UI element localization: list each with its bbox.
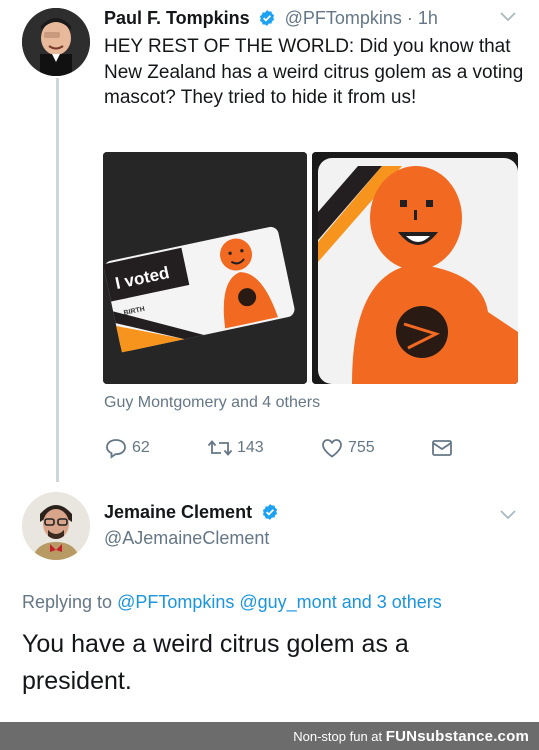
tweet-photo-1[interactable]: I voted BIRTH [103,152,307,384]
tweet-text: You have a weird citrus golem as a presi… [22,630,409,695]
author-handle[interactable]: @PFTompkins · 1h [285,8,438,28]
avatar-jemaine-clement[interactable] [22,492,90,560]
replying-prefix: Replying to [22,592,113,612]
verified-badge-icon [262,504,277,520]
reply-count: 62 [132,439,150,456]
media-credit[interactable]: Guy Montgomery and 4 others [104,394,320,412]
chevron-down-icon[interactable] [500,12,516,22]
replying-to-links[interactable]: @PFTompkins @guy_mont and 3 others [117,592,442,612]
watermark-text: Non-stop fun at FUNsubstance.com [293,728,529,745]
direct-message-button[interactable] [430,436,458,460]
golem-closeup-photo [312,152,518,384]
tweet-actions: 62 143 755 [104,436,464,462]
verified-badge-icon [260,10,275,26]
heart-icon [322,439,342,458]
sticker-photo: I voted BIRTH [103,152,307,384]
like-button[interactable]: 755 [320,436,375,460]
tweet-photo-2[interactable] [312,152,518,384]
retweet-icon [207,440,233,456]
envelope-icon [432,440,452,456]
tweet2-header: Jemaine Clement [104,502,283,523]
tweet-text: HEY REST OF THE WORLD: Did you know that… [104,36,524,108]
watermark-brand[interactable]: FUNsubstance.com [386,728,529,745]
chevron-down-icon[interactable] [500,510,516,520]
replying-to: Replying to @PFTompkins @guy_mont and 3 … [22,592,442,613]
reply-icon [106,439,126,459]
retweet-count: 143 [237,439,264,456]
like-count: 755 [348,439,375,456]
avatar-paul-tompkins[interactable] [22,8,90,76]
avatar-image [22,8,90,76]
tweet-header: Paul F. Tompkins @PFTompkins · 1h [104,8,438,29]
tweet-paul-tompkins: Paul F. Tompkins @PFTompkins · 1h HEY RE… [0,0,539,482]
watermark-prefix: Non-stop fun at [293,729,383,744]
author-name[interactable]: Paul F. Tompkins [104,8,250,28]
author-handle[interactable]: @AJemaineClement [104,528,269,549]
reply-button[interactable]: 62 [104,436,150,460]
retweet-button[interactable]: 143 [207,436,264,460]
thread-line [56,78,59,482]
author-name[interactable]: Jemaine Clement [104,502,252,522]
watermark-footer: Non-stop fun at FUNsubstance.com [0,722,539,750]
avatar-image [22,492,90,560]
